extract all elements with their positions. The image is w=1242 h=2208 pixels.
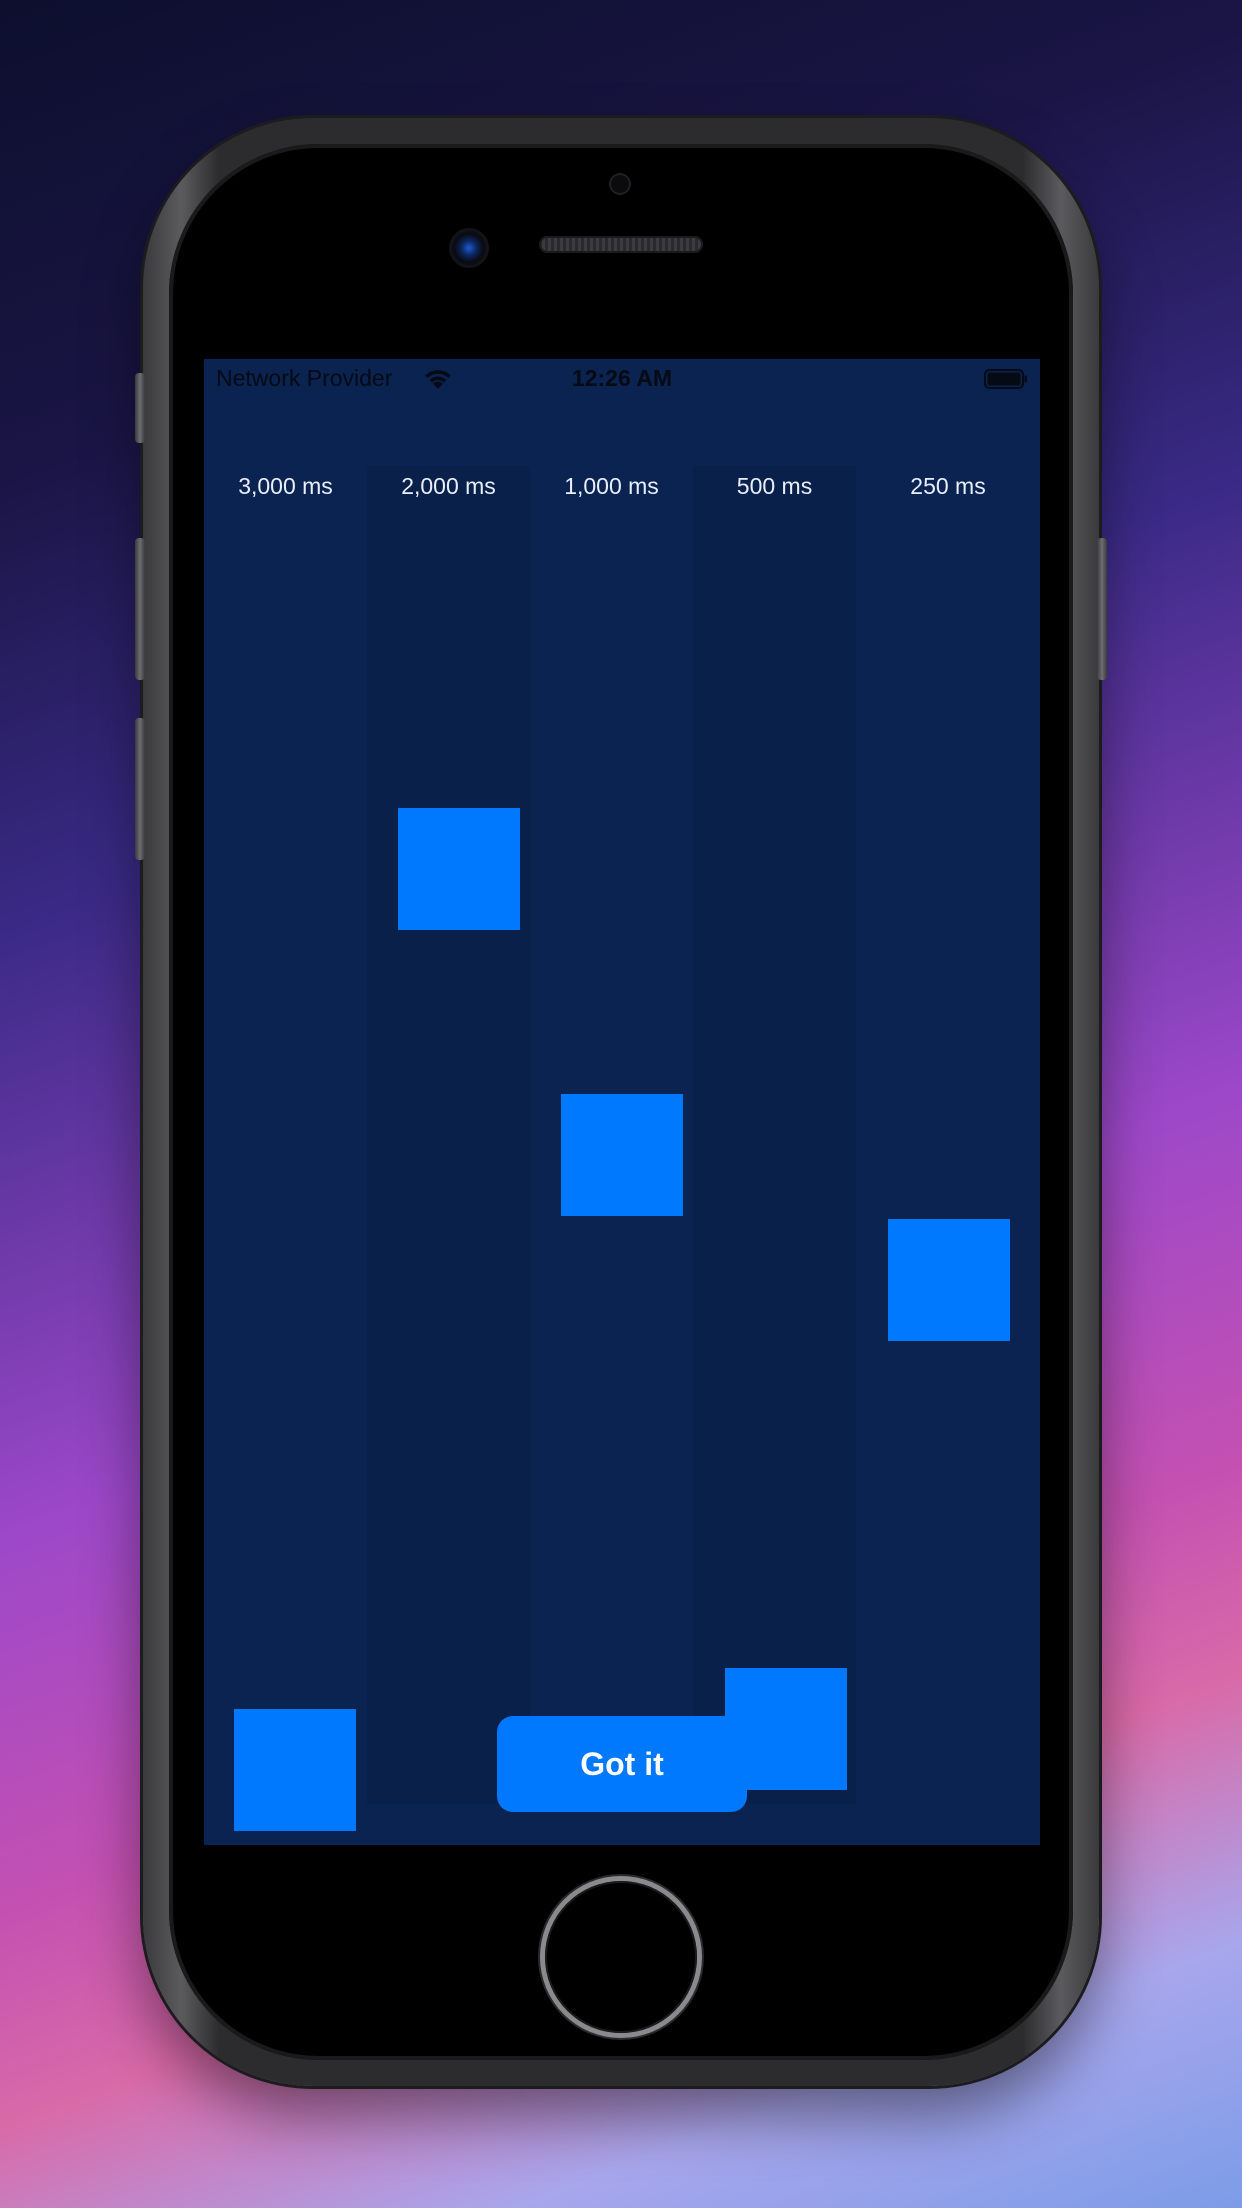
got-it-button[interactable]: Got it: [497, 1716, 747, 1812]
column-250ms: 250 ms: [856, 466, 1040, 1804]
column-label: 2,000 ms: [401, 473, 496, 499]
home-button[interactable]: [545, 1881, 697, 2033]
column-3000ms: 3,000 ms: [204, 466, 367, 1804]
proximity-sensor: [611, 175, 629, 193]
column-2000ms: 2,000 ms: [367, 466, 530, 1804]
mute-switch: [135, 373, 145, 443]
animated-square-2000ms: [398, 808, 520, 930]
column-label: 250 ms: [910, 473, 986, 499]
power-button: [1097, 538, 1107, 680]
volume-up-button: [135, 538, 145, 680]
column-label: 500 ms: [736, 473, 813, 499]
animated-square-250ms: [888, 1219, 1010, 1341]
earpiece-speaker: [539, 236, 703, 253]
column-label: 1,000 ms: [564, 473, 659, 499]
volume-down-button: [135, 718, 145, 860]
app-screen: Network Provider 12:26 AM 3,000 ms 2,000…: [204, 359, 1040, 1845]
animated-square-3000ms: [234, 1709, 356, 1831]
column-500ms: 500 ms: [693, 466, 856, 1804]
status-bar: Network Provider 12:26 AM: [204, 359, 1040, 399]
front-camera-icon: [452, 231, 486, 265]
status-time: 12:26 AM: [571, 365, 673, 391]
animated-square-1000ms: [561, 1094, 683, 1216]
column-label: 3,000 ms: [238, 473, 333, 499]
battery-icon: [984, 369, 1027, 389]
